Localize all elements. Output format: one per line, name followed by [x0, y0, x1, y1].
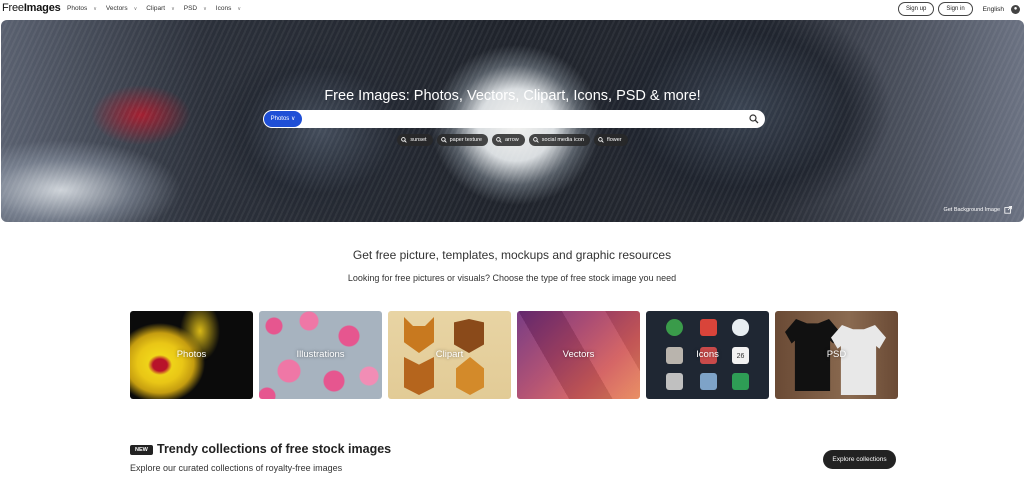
trendy-title: Trendy collections of free stock images	[157, 442, 392, 456]
search-icon	[598, 137, 604, 143]
category-tile-photos[interactable]: Photos	[130, 311, 253, 399]
chevron-down-icon: ∨	[203, 5, 207, 12]
chip-flower[interactable]: flower	[593, 134, 628, 146]
suggestion-chips: sunset paper texture arrow social media …	[1, 134, 1024, 146]
category-tile-illustrations[interactable]: Illustrations	[259, 311, 382, 399]
category-tile-label: Illustrations	[296, 349, 345, 360]
cloud-icon	[732, 319, 749, 336]
external-link-icon	[1004, 206, 1012, 214]
search-icon	[532, 137, 539, 143]
nav-item-label: PSD	[183, 5, 198, 12]
nav-item-label: Clipart	[146, 5, 166, 12]
main-nav: Photos ∨ Vectors ∨ Clipart ∨ PSD ∨ Icons ∨	[67, 5, 250, 12]
category-tile-label: PSD	[826, 349, 847, 360]
chip-social-media-icon[interactable]: social media icon	[528, 134, 590, 146]
search-icon[interactable]	[749, 114, 759, 124]
search-icon	[440, 137, 447, 143]
search-icon	[401, 137, 408, 143]
get-background-label: Get Background Image	[943, 207, 1000, 213]
get-background-link[interactable]: Get Background Image	[943, 206, 1012, 214]
nav-item-photos[interactable]: Photos ∨	[67, 5, 97, 12]
spreadsheet-icon	[732, 373, 749, 390]
clipart-animal-image	[404, 317, 434, 353]
chip-label: flower	[606, 137, 622, 143]
category-tile-psd[interactable]: PSD	[775, 311, 898, 399]
tshirt-mockup-image	[831, 325, 886, 395]
clipart-animal-image	[454, 319, 484, 353]
chip-label: social media icon	[541, 137, 584, 143]
search-input[interactable]	[307, 113, 751, 127]
search-bar: Photos ∨	[263, 110, 765, 128]
chip-label: sunset	[410, 137, 427, 143]
nav-item-label: Vectors	[105, 5, 128, 12]
hero-title: Free Images: Photos, Vectors, Clipart, I…	[324, 88, 701, 104]
user-icon[interactable]: ●	[1011, 4, 1020, 14]
chevron-down-icon: ∨	[133, 5, 138, 12]
logo-text-bold: Images	[23, 2, 61, 14]
category-tile-label: Icons	[696, 349, 719, 360]
hero-banner: Free Images: Photos, Vectors, Clipart, I…	[1, 20, 1024, 222]
mail-icon	[700, 319, 717, 336]
header-actions: Sign up Sign in English ●	[897, 2, 1020, 16]
intro-subtitle: Looking for free pictures or visuals? Ch…	[347, 273, 677, 283]
category-tiles: Photos Illustrations Clipart Vectors 26 …	[130, 311, 898, 399]
intro-headline: Get free picture, templates, mockups and…	[352, 248, 672, 262]
chip-label: paper texture	[449, 137, 482, 143]
explore-collections-button[interactable]: Explore collections	[823, 450, 896, 469]
nav-item-label: Icons	[215, 5, 232, 12]
nav-item-icons[interactable]: Icons ∨	[216, 5, 241, 12]
category-tile-icons[interactable]: 26 Icons	[646, 311, 769, 399]
logo[interactable]: FreeImages	[2, 2, 61, 14]
clipart-animal-image	[404, 357, 434, 395]
store-icon	[666, 373, 683, 390]
nav-item-label: Photos	[67, 5, 88, 12]
search-icon	[496, 137, 502, 143]
new-badge: NEW	[130, 445, 153, 455]
clock-icon	[666, 319, 683, 336]
category-tile-clipart[interactable]: Clipart	[388, 311, 511, 399]
search-type-dropdown[interactable]: Photos ∨	[264, 111, 302, 127]
category-tile-vectors[interactable]: Vectors	[517, 311, 640, 399]
chip-paper-texture[interactable]: paper texture	[436, 134, 488, 146]
chip-label: arrow	[505, 137, 519, 143]
trendy-subtitle: Explore our curated collections of royal…	[130, 463, 343, 473]
nav-item-clipart[interactable]: Clipart ∨	[146, 5, 174, 12]
chevron-down-icon: ∨	[290, 116, 296, 122]
photo-icon	[700, 373, 717, 390]
category-tile-label: Vectors	[562, 349, 595, 360]
chevron-down-icon: ∨	[171, 5, 175, 12]
category-tile-label: Photos	[176, 349, 207, 360]
chip-sunset[interactable]: sunset	[397, 134, 433, 146]
chevron-down-icon: ∨	[93, 5, 97, 12]
logo-text-light: Free	[2, 2, 24, 14]
signin-button[interactable]: Sign in	[938, 2, 973, 16]
chip-arrow[interactable]: arrow	[492, 134, 525, 146]
clipart-animal-image	[456, 357, 484, 395]
nav-item-psd[interactable]: PSD ∨	[184, 5, 207, 12]
search-type-label: Photos	[270, 116, 290, 122]
category-tile-label: Clipart	[435, 349, 464, 360]
top-bar: FreeImages Photos ∨ Vectors ∨ Clipart ∨ PSD…	[0, 0, 1024, 18]
nav-item-vectors[interactable]: Vectors ∨	[106, 5, 137, 12]
signup-button[interactable]: Sign up	[897, 2, 935, 16]
language-selector[interactable]: English	[983, 6, 1004, 13]
chevron-down-icon: ∨	[237, 5, 242, 12]
